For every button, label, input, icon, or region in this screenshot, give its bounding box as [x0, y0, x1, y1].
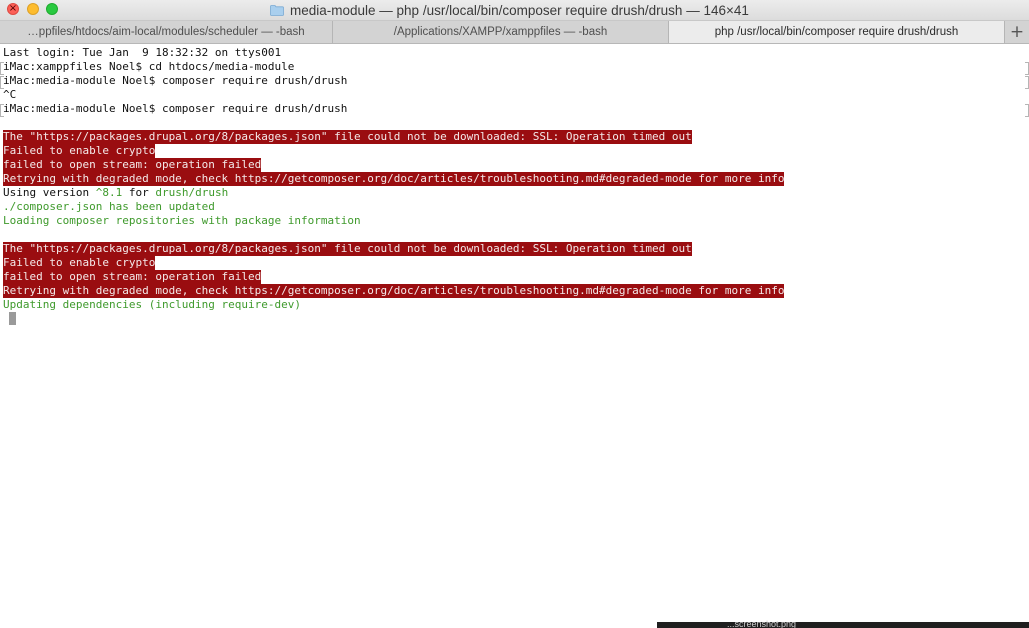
desktop-file-label: ...screenshot.png [727, 619, 797, 628]
mark-right [1025, 104, 1029, 117]
terminal-line: Updating dependencies (including require… [3, 298, 302, 311]
terminal-line: ./composer.json has been updated [3, 200, 215, 213]
error-line: Failed to enable crypto [3, 256, 156, 270]
close-window-button[interactable]: × [7, 3, 19, 15]
terminal-line: iMac:media-module Noel$ composer require… [3, 102, 348, 115]
tab-label: php /usr/local/bin/composer require drus… [714, 26, 959, 38]
tab-xamppfiles-bash[interactable]: /Applications/XAMPP/xamppfiles — -bash [333, 21, 669, 43]
tab-label: /Applications/XAMPP/xamppfiles — -bash [393, 26, 608, 38]
terminal-line: Last login: Tue Jan 9 18:32:32 on ttys00… [3, 46, 282, 59]
zoom-window-button[interactable] [46, 3, 58, 15]
window-title: media-module — php /usr/local/bin/compos… [270, 1, 749, 19]
error-line: failed to open stream: operation failed [3, 270, 262, 284]
tab-scheduler-bash[interactable]: …ppfiles/htdocs/aim-local/modules/schedu… [0, 21, 333, 43]
desktop-strip [657, 622, 1029, 628]
plus-icon: + [1009, 22, 1025, 42]
terminal-line: Loading composer repositories with packa… [3, 214, 361, 227]
new-tab-button[interactable]: + [1005, 21, 1029, 43]
using-version-line: Using version ^8.1 for drush/drush [3, 186, 228, 200]
error-line: failed to open stream: operation failed [3, 158, 262, 172]
title-bar[interactable]: × media-module — php /usr/local/bin/comp… [0, 0, 1029, 21]
terminal-window: × media-module — php /usr/local/bin/comp… [0, 0, 1029, 628]
mark-right [1025, 76, 1029, 89]
error-line: Retrying with degraded mode, check https… [3, 172, 785, 186]
terminal-output[interactable]: Last login: Tue Jan 9 18:32:32 on ttys00… [0, 44, 1029, 628]
package-name: drush/drush [155, 186, 229, 199]
tab-label: …ppfiles/htdocs/aim-local/modules/schedu… [27, 26, 305, 38]
error-line: The "https://packages.drupal.org/8/packa… [3, 130, 692, 144]
terminal-line: iMac:xamppfiles Noel$ cd htdocs/media-mo… [3, 60, 295, 73]
text-cursor [9, 312, 16, 325]
minimize-window-button[interactable] [27, 3, 39, 15]
tab-bar: …ppfiles/htdocs/aim-local/modules/schedu… [0, 21, 1029, 44]
error-line: The "https://packages.drupal.org/8/packa… [3, 242, 692, 256]
error-line: Retrying with degraded mode, check https… [3, 284, 785, 298]
error-line: Failed to enable crypto [3, 144, 156, 158]
version-constraint: ^8.1 [95, 186, 123, 199]
using-version-prefix: Using version [3, 186, 96, 199]
using-version-for: for [122, 186, 156, 199]
tab-composer-active[interactable]: php /usr/local/bin/composer require drus… [669, 21, 1005, 43]
terminal-line: iMac:media-module Noel$ composer require… [3, 74, 348, 87]
terminal-line: ^C [3, 88, 17, 101]
close-icon: × [8, 3, 18, 14]
mark-right [1025, 62, 1029, 75]
window-title-text: media-module — php /usr/local/bin/compos… [290, 2, 749, 18]
folder-icon [270, 4, 284, 16]
